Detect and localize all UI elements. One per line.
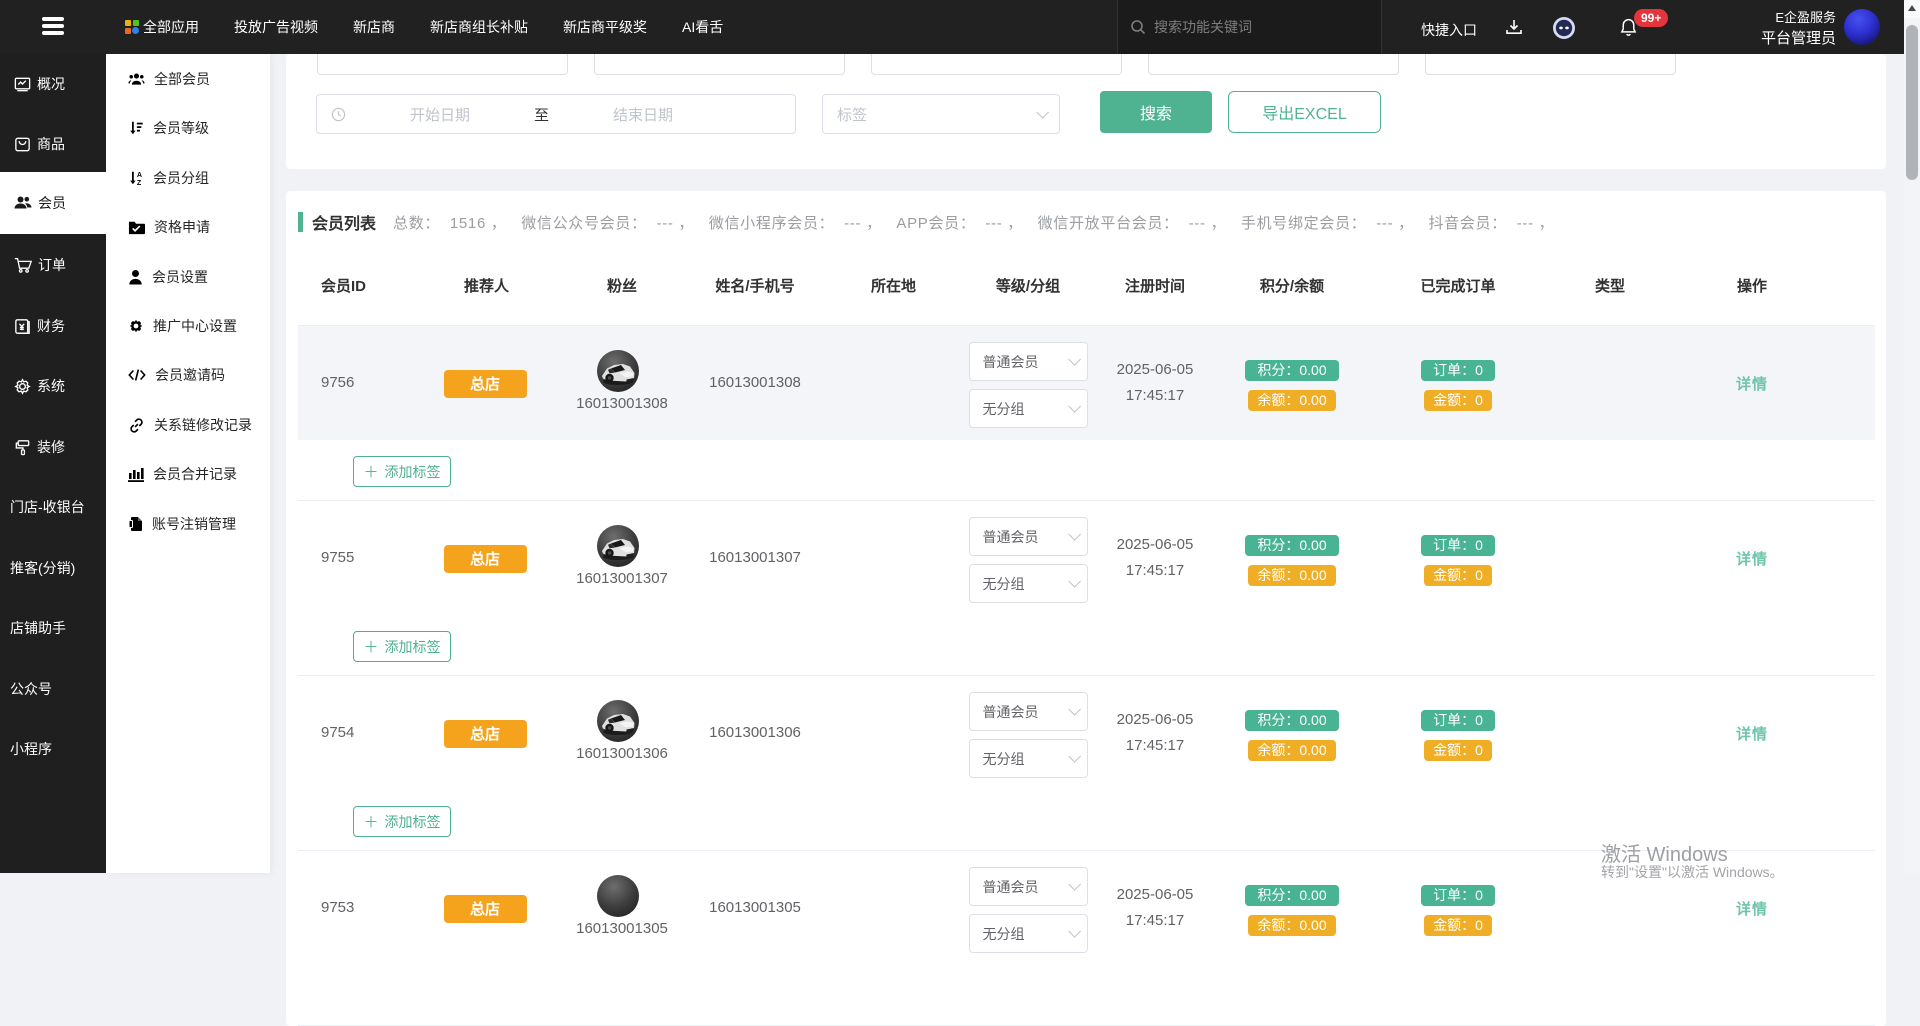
svg-text:Z: Z [137,179,142,186]
svg-text:A: A [137,171,142,179]
